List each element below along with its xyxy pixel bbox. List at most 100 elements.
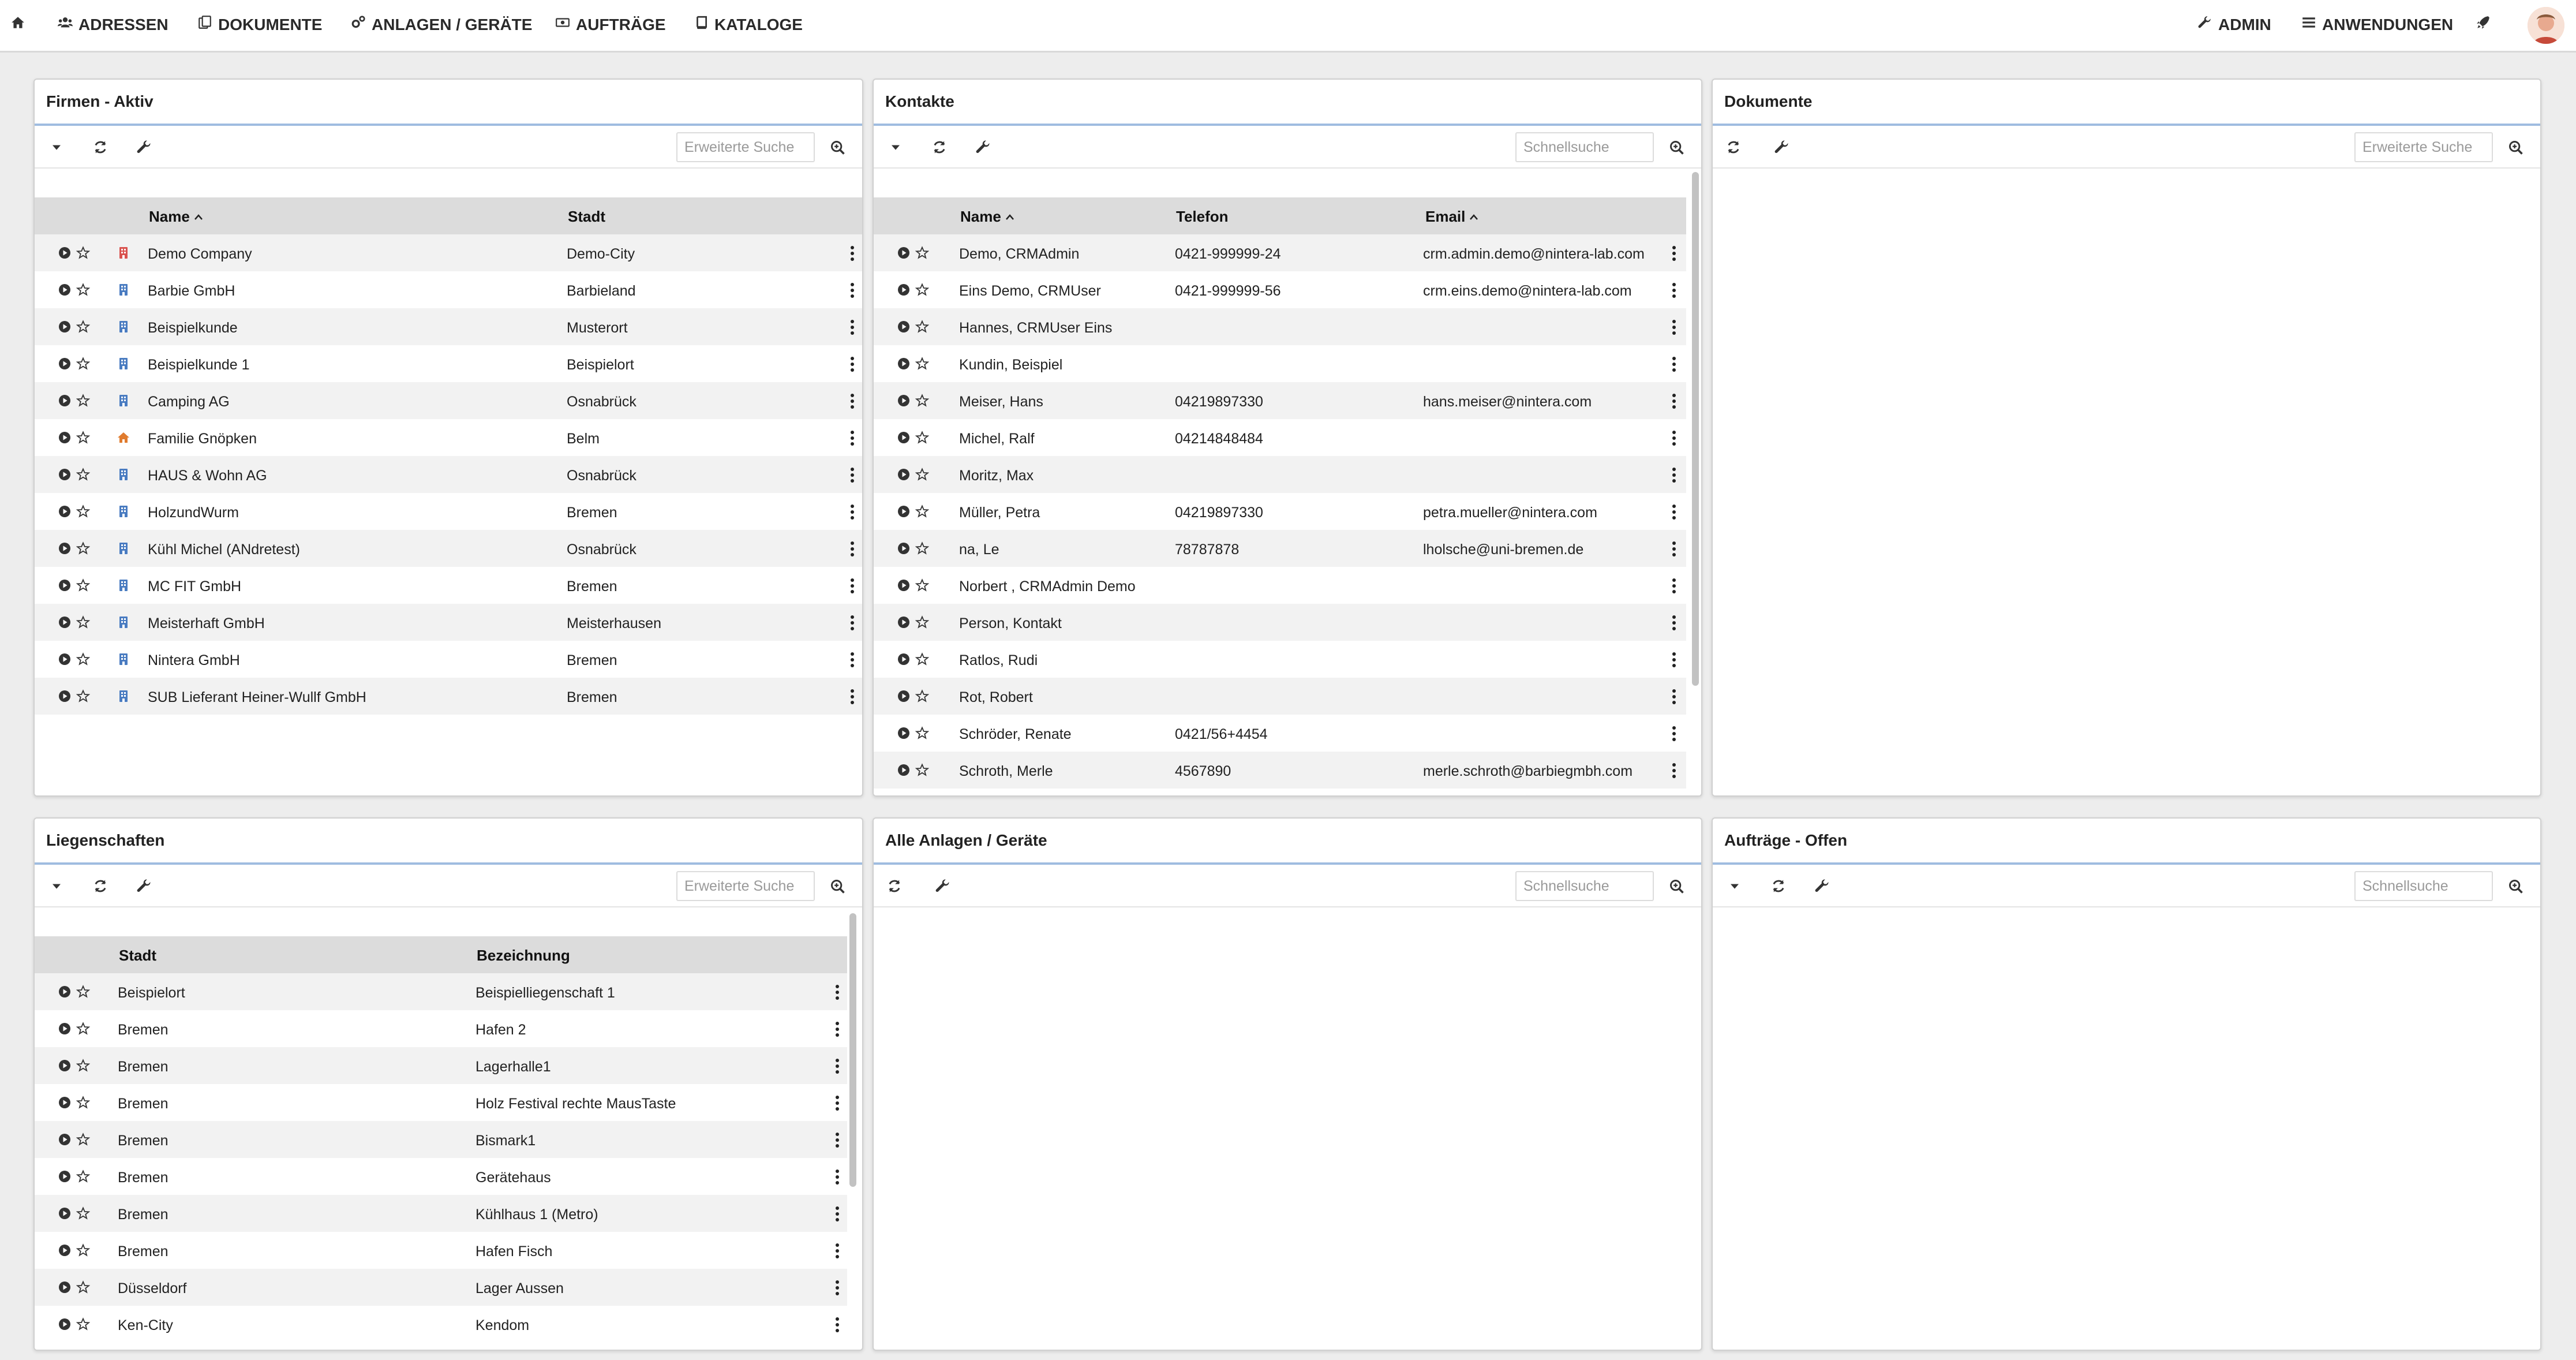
play-icon[interactable] — [58, 283, 72, 297]
wrench-icon[interactable] — [136, 139, 152, 155]
play-icon[interactable] — [897, 689, 911, 703]
row-menu-icon[interactable] — [849, 431, 855, 446]
star-icon[interactable] — [915, 578, 930, 592]
row-menu-icon[interactable] — [1671, 726, 1677, 741]
table-row[interactable]: Camping AG Osnabrück — [35, 382, 862, 419]
table-row[interactable]: na, Le 78787878 lholsche@uni-bremen.de — [874, 530, 1686, 567]
row-menu-icon[interactable] — [1671, 652, 1677, 667]
row-menu-icon[interactable] — [834, 1280, 840, 1295]
table-row[interactable]: Bremen Bismark1 — [35, 1121, 847, 1158]
row-menu-icon[interactable] — [1671, 357, 1677, 372]
column-header-stadt[interactable]: Stadt — [568, 208, 605, 226]
star-icon[interactable] — [76, 283, 91, 297]
table-row[interactable]: Barbie GmbH Barbieland — [35, 271, 862, 308]
wrench-icon[interactable] — [1814, 878, 1830, 894]
row-menu-icon[interactable] — [849, 578, 855, 593]
refresh-icon[interactable] — [886, 878, 903, 894]
row-menu-icon[interactable] — [1671, 394, 1677, 409]
play-icon[interactable] — [58, 1133, 72, 1146]
row-menu-icon[interactable] — [849, 357, 855, 372]
row-menu-icon[interactable] — [834, 1243, 840, 1258]
refresh-icon[interactable] — [92, 139, 108, 155]
row-menu-icon[interactable] — [849, 394, 855, 409]
star-icon[interactable] — [915, 320, 930, 334]
play-icon[interactable] — [58, 689, 72, 703]
caret-down-icon[interactable] — [48, 139, 65, 155]
row-menu-icon[interactable] — [849, 320, 855, 335]
star-icon[interactable] — [76, 1022, 91, 1036]
star-icon[interactable] — [915, 505, 930, 518]
table-row[interactable]: Rot, Robert — [874, 678, 1686, 715]
table-row[interactable]: Bremen Lagerhalle1 — [35, 1047, 847, 1084]
star-icon[interactable] — [76, 1059, 91, 1073]
row-menu-icon[interactable] — [1671, 468, 1677, 483]
row-menu-icon[interactable] — [1671, 578, 1677, 593]
play-icon[interactable] — [58, 985, 72, 999]
table-row[interactable]: Demo Company Demo-City — [35, 234, 862, 271]
play-icon[interactable] — [897, 246, 911, 260]
play-icon[interactable] — [58, 394, 72, 408]
row-menu-icon[interactable] — [834, 1096, 840, 1111]
play-icon[interactable] — [58, 541, 72, 555]
table-row[interactable]: Bremen Kühlhaus 1 (Metro) — [35, 1195, 847, 1232]
user-avatar[interactable] — [2528, 7, 2564, 44]
row-menu-icon[interactable] — [849, 615, 855, 630]
table-row[interactable]: Eins Demo, CRMUser 0421-999999-56 crm.eins… — [874, 271, 1686, 308]
column-header-name[interactable]: Name — [960, 208, 1015, 226]
star-icon[interactable] — [76, 1206, 91, 1220]
table-row[interactable]: Ratlos, Rudi — [874, 641, 1686, 678]
column-header-email[interactable]: Email — [1425, 208, 1479, 226]
table-row[interactable]: Schröder, Renate 0421/56+4454 — [874, 715, 1686, 752]
table-row[interactable]: Norbert , CRMAdmin Demo — [874, 567, 1686, 604]
nav-dokumente[interactable]: DOKUMENTE — [197, 15, 322, 34]
table-row[interactable]: HAUS & Wohn AG Osnabrück — [35, 456, 862, 493]
table-row[interactable]: MC FIT GmbH Bremen — [35, 567, 862, 604]
star-icon[interactable] — [76, 578, 91, 592]
search-zoom-icon[interactable] — [2508, 879, 2524, 895]
column-header-stadt[interactable]: Stadt — [119, 947, 156, 965]
caret-down-icon[interactable] — [1727, 878, 1743, 894]
row-menu-icon[interactable] — [834, 1317, 840, 1332]
row-menu-icon[interactable] — [849, 541, 855, 556]
table-row[interactable]: Müller, Petra 04219897330 petra.mueller@ni… — [874, 493, 1686, 530]
star-icon[interactable] — [915, 283, 930, 297]
row-menu-icon[interactable] — [1671, 283, 1677, 298]
play-icon[interactable] — [897, 726, 911, 740]
play-icon[interactable] — [58, 431, 72, 444]
play-icon[interactable] — [897, 615, 911, 629]
star-icon[interactable] — [915, 763, 930, 777]
column-header-telefon[interactable]: Telefon — [1176, 208, 1229, 226]
scrollbar[interactable] — [1692, 172, 1699, 686]
row-menu-icon[interactable] — [849, 652, 855, 667]
star-icon[interactable] — [915, 689, 930, 703]
star-icon[interactable] — [76, 689, 91, 703]
play-icon[interactable] — [897, 541, 911, 555]
play-icon[interactable] — [58, 1170, 72, 1183]
row-menu-icon[interactable] — [834, 985, 840, 1000]
search-input[interactable] — [676, 871, 815, 901]
table-row[interactable]: SUB Lieferant Heiner-Wullf GmbH Bremen — [35, 678, 862, 715]
play-icon[interactable] — [897, 763, 911, 777]
table-row[interactable]: Beispielkunde 1 Beispielort — [35, 345, 862, 382]
star-icon[interactable] — [915, 726, 930, 740]
play-icon[interactable] — [897, 431, 911, 444]
search-zoom-icon[interactable] — [830, 140, 846, 156]
search-zoom-icon[interactable] — [830, 879, 846, 895]
play-icon[interactable] — [58, 246, 72, 260]
star-icon[interactable] — [76, 394, 91, 408]
wrench-icon[interactable] — [935, 878, 951, 894]
row-menu-icon[interactable] — [1671, 320, 1677, 335]
table-row[interactable]: Person, Kontakt — [874, 604, 1686, 641]
nav-anlagen-geraete[interactable]: ANLAGEN / GERÄTE — [351, 15, 532, 34]
play-icon[interactable] — [897, 652, 911, 666]
table-row[interactable]: Schroth, Merle 4567890 merle.schroth@barbi… — [874, 752, 1686, 789]
row-menu-icon[interactable] — [1671, 763, 1677, 778]
row-menu-icon[interactable] — [834, 1206, 840, 1221]
table-row[interactable]: Meisterhaft GmbH Meisterhausen — [35, 604, 862, 641]
refresh-icon[interactable] — [92, 878, 108, 894]
star-icon[interactable] — [915, 246, 930, 260]
table-row[interactable]: Bremen Holz Festival rechte MausTaste — [35, 1084, 847, 1121]
search-zoom-icon[interactable] — [2508, 140, 2524, 156]
play-icon[interactable] — [897, 468, 911, 481]
table-row[interactable]: Familie Gnöpken Belm — [35, 419, 862, 456]
